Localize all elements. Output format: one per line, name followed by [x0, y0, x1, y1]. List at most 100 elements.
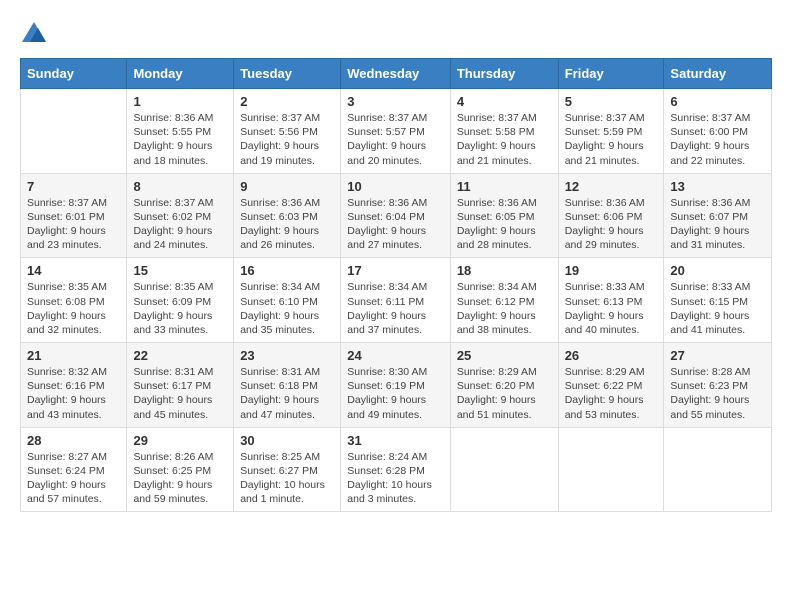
calendar-cell: [450, 427, 558, 512]
calendar-row-4: 28 Sunrise: 8:27 AM Sunset: 6:24 PM Dayli…: [21, 427, 772, 512]
logo-icon: [20, 20, 48, 48]
day-number: 8: [133, 179, 227, 194]
day-number: 14: [27, 263, 120, 278]
day-number: 22: [133, 348, 227, 363]
day-info: Sunrise: 8:36 AM Sunset: 6:04 PM Dayligh…: [347, 196, 444, 253]
calendar-cell: 22 Sunrise: 8:31 AM Sunset: 6:17 PM Dayli…: [127, 343, 234, 428]
day-info: Sunrise: 8:35 AM Sunset: 6:09 PM Dayligh…: [133, 280, 227, 337]
calendar-cell: 3 Sunrise: 8:37 AM Sunset: 5:57 PM Daylig…: [341, 89, 451, 174]
calendar-row-2: 14 Sunrise: 8:35 AM Sunset: 6:08 PM Dayli…: [21, 258, 772, 343]
calendar-cell: 29 Sunrise: 8:26 AM Sunset: 6:25 PM Dayli…: [127, 427, 234, 512]
day-number: 12: [565, 179, 658, 194]
logo: [20, 20, 52, 48]
day-info: Sunrise: 8:34 AM Sunset: 6:11 PM Dayligh…: [347, 280, 444, 337]
day-info: Sunrise: 8:30 AM Sunset: 6:19 PM Dayligh…: [347, 365, 444, 422]
day-info: Sunrise: 8:27 AM Sunset: 6:24 PM Dayligh…: [27, 450, 120, 507]
calendar-row-3: 21 Sunrise: 8:32 AM Sunset: 6:16 PM Dayli…: [21, 343, 772, 428]
day-info: Sunrise: 8:35 AM Sunset: 6:08 PM Dayligh…: [27, 280, 120, 337]
day-info: Sunrise: 8:37 AM Sunset: 5:56 PM Dayligh…: [240, 111, 334, 168]
day-info: Sunrise: 8:37 AM Sunset: 6:01 PM Dayligh…: [27, 196, 120, 253]
calendar-cell: 2 Sunrise: 8:37 AM Sunset: 5:56 PM Daylig…: [234, 89, 341, 174]
calendar-cell: 16 Sunrise: 8:34 AM Sunset: 6:10 PM Dayli…: [234, 258, 341, 343]
day-info: Sunrise: 8:36 AM Sunset: 6:05 PM Dayligh…: [457, 196, 552, 253]
calendar-cell: 14 Sunrise: 8:35 AM Sunset: 6:08 PM Dayli…: [21, 258, 127, 343]
day-number: 2: [240, 94, 334, 109]
day-info: Sunrise: 8:37 AM Sunset: 5:57 PM Dayligh…: [347, 111, 444, 168]
calendar-cell: 5Sunrise: 8:37 AM Sunset: 5:59 PM Daylig…: [558, 89, 664, 174]
day-number: 4: [457, 94, 552, 109]
calendar-cell: 24 Sunrise: 8:30 AM Sunset: 6:19 PM Dayli…: [341, 343, 451, 428]
calendar-cell: 7 Sunrise: 8:37 AM Sunset: 6:01 PM Daylig…: [21, 173, 127, 258]
calendar-cell: 10 Sunrise: 8:36 AM Sunset: 6:04 PM Dayli…: [341, 173, 451, 258]
day-info: Sunrise: 8:36 AM Sunset: 5:55 PM Dayligh…: [133, 111, 227, 168]
day-info: Sunrise: 8:34 AM Sunset: 6:12 PM Dayligh…: [457, 280, 552, 337]
calendar-header: SundayMondayTuesdayWednesdayThursdayFrid…: [21, 59, 772, 89]
header-row: SundayMondayTuesdayWednesdayThursdayFrid…: [21, 59, 772, 89]
day-info: Sunrise: 8:36 AM Sunset: 6:07 PM Dayligh…: [670, 196, 765, 253]
calendar-table: SundayMondayTuesdayWednesdayThursdayFrid…: [20, 58, 772, 512]
day-number: 6: [670, 94, 765, 109]
day-number: 31: [347, 433, 444, 448]
calendar-cell: 28 Sunrise: 8:27 AM Sunset: 6:24 PM Dayli…: [21, 427, 127, 512]
day-number: 24: [347, 348, 444, 363]
day-number: 21: [27, 348, 120, 363]
calendar-cell: 30Sunrise: 8:25 AM Sunset: 6:27 PM Dayli…: [234, 427, 341, 512]
calendar-cell: 21 Sunrise: 8:32 AM Sunset: 6:16 PM Dayli…: [21, 343, 127, 428]
day-number: 7: [27, 179, 120, 194]
day-info: Sunrise: 8:37 AM Sunset: 6:00 PM Dayligh…: [670, 111, 765, 168]
day-info: Sunrise: 8:32 AM Sunset: 6:16 PM Dayligh…: [27, 365, 120, 422]
day-info: Sunrise: 8:37 AM Sunset: 6:02 PM Dayligh…: [133, 196, 227, 253]
calendar-cell: 26Sunrise: 8:29 AM Sunset: 6:22 PM Dayli…: [558, 343, 664, 428]
calendar-cell: 20 Sunrise: 8:33 AM Sunset: 6:15 PM Dayli…: [664, 258, 772, 343]
day-number: 16: [240, 263, 334, 278]
calendar-cell: 25 Sunrise: 8:29 AM Sunset: 6:20 PM Dayli…: [450, 343, 558, 428]
column-header-sunday: Sunday: [21, 59, 127, 89]
day-number: 26: [565, 348, 658, 363]
day-number: 25: [457, 348, 552, 363]
calendar-cell: 1 Sunrise: 8:36 AM Sunset: 5:55 PM Daylig…: [127, 89, 234, 174]
column-header-monday: Monday: [127, 59, 234, 89]
column-header-tuesday: Tuesday: [234, 59, 341, 89]
day-number: 29: [133, 433, 227, 448]
column-header-wednesday: Wednesday: [341, 59, 451, 89]
day-number: 1: [133, 94, 227, 109]
calendar-row-0: 1 Sunrise: 8:36 AM Sunset: 5:55 PM Daylig…: [21, 89, 772, 174]
day-info: Sunrise: 8:29 AM Sunset: 6:20 PM Dayligh…: [457, 365, 552, 422]
day-info: Sunrise: 8:34 AM Sunset: 6:10 PM Dayligh…: [240, 280, 334, 337]
day-number: 28: [27, 433, 120, 448]
column-header-friday: Friday: [558, 59, 664, 89]
day-number: 20: [670, 263, 765, 278]
calendar-cell: 23 Sunrise: 8:31 AM Sunset: 6:18 PM Dayli…: [234, 343, 341, 428]
column-header-thursday: Thursday: [450, 59, 558, 89]
day-number: 27: [670, 348, 765, 363]
day-number: 10: [347, 179, 444, 194]
day-number: 11: [457, 179, 552, 194]
day-info: Sunrise: 8:31 AM Sunset: 6:17 PM Dayligh…: [133, 365, 227, 422]
day-number: 13: [670, 179, 765, 194]
day-info: Sunrise: 8:25 AM Sunset: 6:27 PM Dayligh…: [240, 450, 334, 507]
calendar-body: 1 Sunrise: 8:36 AM Sunset: 5:55 PM Daylig…: [21, 89, 772, 512]
day-number: 19: [565, 263, 658, 278]
calendar-cell: 17Sunrise: 8:34 AM Sunset: 6:11 PM Dayli…: [341, 258, 451, 343]
day-info: Sunrise: 8:33 AM Sunset: 6:15 PM Dayligh…: [670, 280, 765, 337]
day-info: Sunrise: 8:28 AM Sunset: 6:23 PM Dayligh…: [670, 365, 765, 422]
calendar-cell: [558, 427, 664, 512]
day-number: 3: [347, 94, 444, 109]
calendar-cell: [21, 89, 127, 174]
calendar-cell: 13 Sunrise: 8:36 AM Sunset: 6:07 PM Dayli…: [664, 173, 772, 258]
calendar-cell: 19Sunrise: 8:33 AM Sunset: 6:13 PM Dayli…: [558, 258, 664, 343]
day-info: Sunrise: 8:37 AM Sunset: 5:59 PM Dayligh…: [565, 111, 658, 168]
day-info: Sunrise: 8:36 AM Sunset: 6:03 PM Dayligh…: [240, 196, 334, 253]
calendar-cell: 31Sunrise: 8:24 AM Sunset: 6:28 PM Dayli…: [341, 427, 451, 512]
day-info: Sunrise: 8:26 AM Sunset: 6:25 PM Dayligh…: [133, 450, 227, 507]
calendar-cell: 27 Sunrise: 8:28 AM Sunset: 6:23 PM Dayli…: [664, 343, 772, 428]
day-number: 23: [240, 348, 334, 363]
day-number: 9: [240, 179, 334, 194]
page-header: [20, 20, 772, 48]
calendar-cell: 18 Sunrise: 8:34 AM Sunset: 6:12 PM Dayli…: [450, 258, 558, 343]
calendar-cell: [664, 427, 772, 512]
day-number: 18: [457, 263, 552, 278]
calendar-cell: 4 Sunrise: 8:37 AM Sunset: 5:58 PM Daylig…: [450, 89, 558, 174]
day-info: Sunrise: 8:31 AM Sunset: 6:18 PM Dayligh…: [240, 365, 334, 422]
day-info: Sunrise: 8:37 AM Sunset: 5:58 PM Dayligh…: [457, 111, 552, 168]
